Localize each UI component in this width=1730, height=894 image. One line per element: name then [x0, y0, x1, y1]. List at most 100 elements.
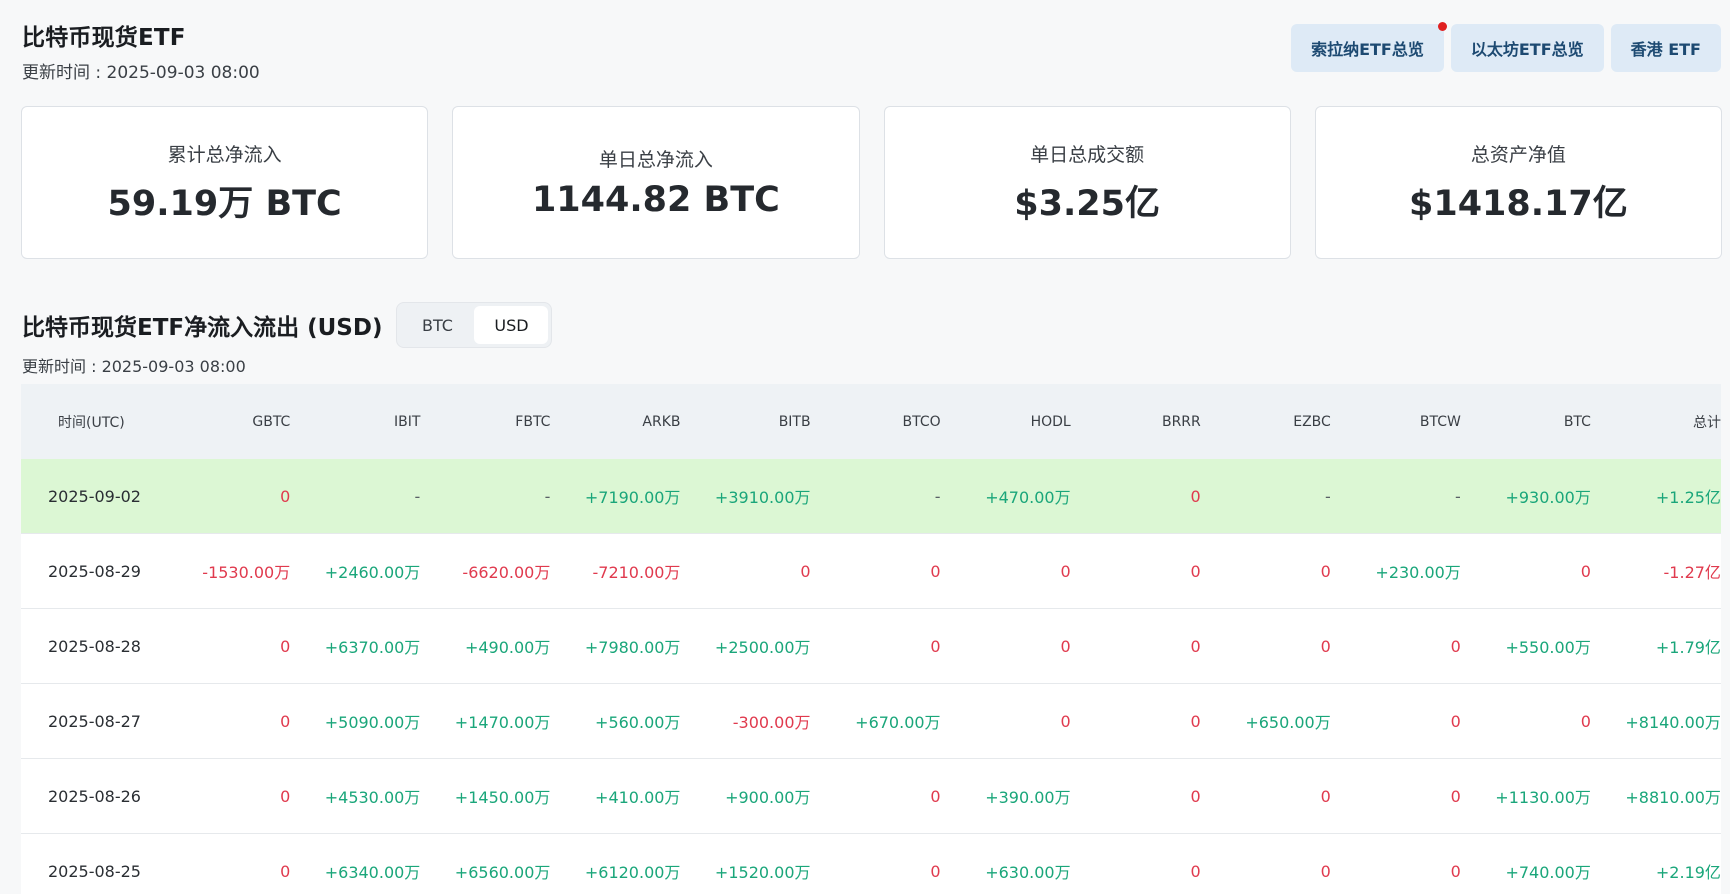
- flow-value: 0: [280, 711, 291, 731]
- toggle-btc[interactable]: BTC: [400, 306, 474, 344]
- flow-value: 0: [930, 561, 941, 581]
- row-date: 2025-08-28: [48, 636, 141, 656]
- flow-value: +230.00万: [1375, 563, 1461, 582]
- flow-value: +6120.00万: [584, 863, 681, 882]
- stat-card-total-nav: 总资产净值 $1418.17亿: [1314, 106, 1722, 259]
- flow-value: +670.00万: [855, 713, 941, 732]
- flow-value: +1470.00万: [454, 713, 551, 732]
- section-title: 比特币现货ETF净流入流出 (USD): [22, 315, 383, 341]
- flow-value: 0: [1450, 636, 1461, 656]
- flow-value: +930.00万: [1505, 488, 1591, 507]
- flow-value: 0: [280, 786, 291, 806]
- flow-value: +900.00万: [725, 788, 811, 807]
- flow-value: -: [934, 486, 941, 506]
- stat-card-daily-volume: 单日总成交额 $3.25亿: [883, 106, 1291, 259]
- row-date: 2025-09-02: [48, 486, 141, 506]
- unit-toggle: BTC USD: [396, 302, 553, 348]
- flow-value: +8810.00万: [1625, 788, 1721, 807]
- flow-value: 0: [1060, 711, 1071, 731]
- flow-value: 0: [1320, 561, 1331, 581]
- nav-label: 索拉纳ETF总览: [1311, 40, 1424, 59]
- flow-value: 0: [1190, 636, 1201, 656]
- page-title: 比特币现货ETF: [22, 25, 186, 51]
- nav-label: 香港 ETF: [1630, 40, 1701, 59]
- flow-value: +5090.00万: [324, 713, 421, 732]
- stat-card-cumulative-inflow: 累计总净流入 59.19万 BTC: [21, 106, 429, 259]
- flow-value: +6340.00万: [324, 863, 421, 882]
- flow-value: +1130.00万: [1495, 788, 1591, 807]
- column-header: EZBC: [1293, 413, 1331, 430]
- stats-cards: 累计总净流入 59.19万 BTC 单日总净流入 1144.82 BTC 单日总…: [21, 106, 1722, 259]
- flow-value: +630.00万: [985, 863, 1071, 882]
- page-header: 比特币现货ETF 更新时间 : 2025-09-03 08:00: [22, 18, 260, 83]
- etf-flow-table: 时间(UTC) GBTC IBIT FBTC ARKB BITB BTCO HODL BRRR E…: [21, 384, 1721, 894]
- hongkong-etf-button[interactable]: 香港 ETF: [1610, 24, 1721, 72]
- stat-label: 累计总净流入: [167, 143, 282, 166]
- row-date: 2025-08-26: [48, 786, 141, 806]
- flow-value: +1520.00万: [714, 863, 811, 882]
- stat-label: 单日总成交额: [1030, 143, 1145, 166]
- flow-value: +490.00万: [464, 638, 551, 657]
- stat-label: 总资产净值: [1470, 143, 1566, 166]
- row-date: 2025-08-25: [48, 861, 141, 881]
- flow-value: +2500.00万: [714, 638, 811, 657]
- flow-value: +410.00万: [595, 788, 681, 807]
- flow-value: 0: [1190, 786, 1201, 806]
- stat-value: $3.25亿: [1014, 183, 1160, 224]
- flow-value: 0: [1060, 636, 1071, 656]
- flow-value: -1.27亿: [1663, 563, 1721, 582]
- flow-value: 0: [1580, 711, 1591, 731]
- column-header: BRRR: [1161, 413, 1201, 430]
- flow-value: +550.00万: [1505, 638, 1591, 657]
- nav-label: 以太坊ETF总览: [1470, 40, 1584, 59]
- column-header: ARKB: [642, 413, 681, 430]
- flow-value: +1.25亿: [1655, 488, 1721, 507]
- flow-value: 0: [280, 486, 291, 506]
- table-row: 2025-08-27 0 +5090.00万 +1470.00万 +560.00万 -30…: [21, 684, 1721, 759]
- flow-value: +6560.00万: [454, 863, 551, 882]
- flow-value: -: [1455, 486, 1461, 506]
- column-header: BITB: [778, 413, 811, 430]
- flow-value: +470.00万: [985, 488, 1071, 507]
- flow-value: +2460.00万: [324, 563, 421, 582]
- flow-value: 0: [1320, 786, 1331, 806]
- flow-value: +390.00万: [985, 788, 1071, 807]
- table-header-row: 时间(UTC) GBTC IBIT FBTC ARKB BITB BTCO HODL BRRR E…: [21, 384, 1721, 459]
- flow-value: 0: [1190, 711, 1201, 731]
- flow-value: 0: [1190, 861, 1201, 881]
- flow-value: 0: [1320, 636, 1331, 656]
- flow-value: 0: [1190, 486, 1201, 506]
- flow-value: +650.00万: [1245, 713, 1331, 732]
- flow-value: +8140.00万: [1625, 713, 1721, 732]
- flow-value: -1530.00万: [202, 563, 291, 582]
- flow-value: -300.00万: [732, 713, 811, 732]
- column-header: BTC: [1563, 413, 1591, 430]
- flow-value: 0: [280, 636, 291, 656]
- flow-value: +4530.00万: [324, 788, 421, 807]
- table-row: 2025-08-26 0 +4530.00万 +1450.00万 +410.00万 +90…: [21, 759, 1721, 834]
- column-header: FBTC: [515, 413, 551, 430]
- flow-value: +3910.00万: [714, 488, 811, 507]
- ethereum-etf-button[interactable]: 以太坊ETF总览: [1450, 24, 1604, 72]
- flow-value: +1.79亿: [1655, 638, 1721, 657]
- flow-value: 0: [1580, 561, 1591, 581]
- column-header: BTCW: [1419, 413, 1461, 430]
- section-update-time: 更新时间 : 2025-09-03 08:00: [22, 357, 246, 376]
- flow-value: +1450.00万: [454, 788, 551, 807]
- flow-value: 0: [1060, 561, 1071, 581]
- stat-value: 1144.82 BTC: [531, 180, 780, 220]
- flow-section-header: 比特币现货ETF净流入流出 (USD) BTC USD: [22, 302, 553, 348]
- flow-value: +7980.00万: [584, 638, 681, 657]
- flow-value: +560.00万: [595, 713, 681, 732]
- column-header: 总计: [1693, 414, 1722, 431]
- notification-dot-icon: [1437, 22, 1447, 31]
- table-row: 2025-08-25 0 +6340.00万 +6560.00万 +6120.00万 +1…: [21, 834, 1721, 894]
- solana-etf-button[interactable]: 索拉纳ETF总览: [1291, 22, 1447, 72]
- toggle-usd[interactable]: USD: [474, 306, 549, 344]
- flow-value: 0: [280, 861, 291, 881]
- flow-value: 0: [930, 636, 941, 656]
- flow-value: +6370.00万: [324, 638, 421, 657]
- row-date: 2025-08-27: [48, 711, 141, 731]
- column-header: BTCO: [902, 413, 941, 430]
- flow-value: 0: [1450, 861, 1461, 881]
